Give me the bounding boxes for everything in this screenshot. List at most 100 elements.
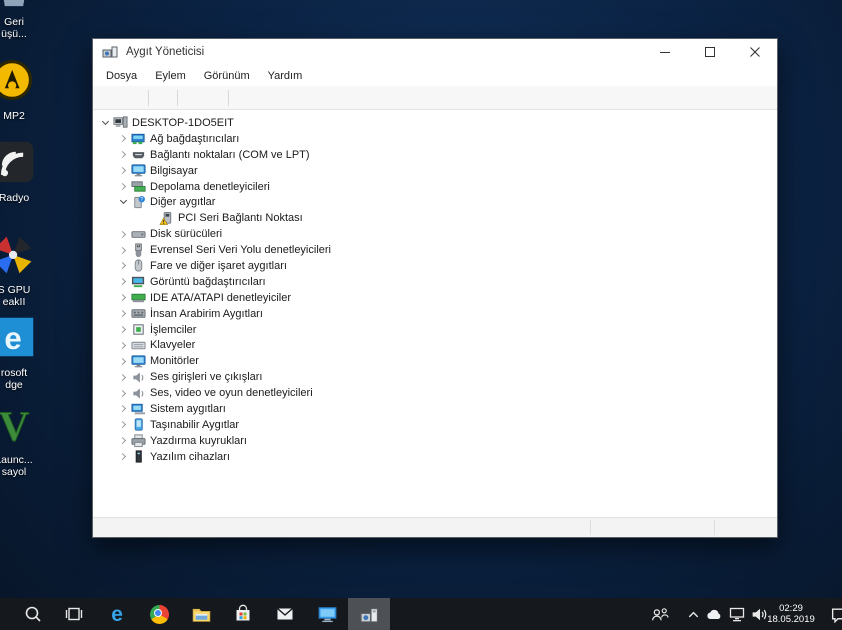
maximize-button[interactable] bbox=[687, 39, 732, 65]
tree-item-a-ba-da-t-r-c-lar[interactable]: Ağ bağdaştırıcıları bbox=[93, 131, 777, 147]
taskbar-file-explorer-button[interactable] bbox=[180, 598, 222, 630]
chevron-right-icon[interactable] bbox=[115, 279, 131, 284]
menu-dosya[interactable]: Dosya bbox=[97, 67, 146, 85]
tree-item-ses-giri-leri-ve-k-lar[interactable]: Ses girişleri ve çıkışları bbox=[93, 369, 777, 385]
chevron-right-icon[interactable] bbox=[115, 327, 131, 332]
menu-eylem[interactable]: Eylem bbox=[146, 67, 195, 85]
forward-arrow-button[interactable] bbox=[123, 88, 145, 108]
chevron-down-icon[interactable] bbox=[97, 122, 113, 124]
taskbar-clock[interactable]: 02:29 18.05.2019 bbox=[762, 598, 820, 630]
hid-device-icon bbox=[131, 306, 146, 321]
tray-show-hidden-button[interactable] bbox=[682, 598, 704, 630]
taskbar: e 02:29 18.05.2019 bbox=[0, 598, 842, 630]
taskbar-search-button[interactable] bbox=[12, 598, 54, 630]
chevron-right-icon[interactable] bbox=[115, 311, 131, 316]
title-bar[interactable]: Aygıt Yöneticisi bbox=[93, 39, 777, 65]
chevron-right-icon[interactable] bbox=[115, 438, 131, 443]
tree-item-ide-ata-atapi-denetleyiciler[interactable]: IDE ATA/ATAPI denetleyiciler bbox=[93, 290, 777, 306]
chevron-down-icon[interactable] bbox=[115, 201, 131, 203]
chevron-right-icon[interactable] bbox=[115, 422, 131, 427]
menu-bar: DosyaEylemGörünümYardım bbox=[93, 65, 777, 86]
back-arrow-button[interactable] bbox=[101, 88, 123, 108]
tree-item-ta-nabilir-ayg-tlar[interactable]: Taşınabilir Aygıtlar bbox=[93, 417, 777, 433]
tree-item-desktop-1do5eit[interactable]: DESKTOP-1DO5EIT bbox=[93, 115, 777, 131]
chevron-right-icon[interactable] bbox=[115, 136, 131, 141]
tree-item-i-nsan-arabirim-ayg-tlar[interactable]: İnsan Arabirim Aygıtları bbox=[93, 306, 777, 322]
desktop-icon-radyo[interactable]: Radyo bbox=[0, 140, 50, 204]
tree-item-di-er-ayg-tlar[interactable]: ?Diğer aygıtlar bbox=[93, 194, 777, 210]
desktop-icon-v-launcher[interactable]: VLaunc...sayol bbox=[0, 402, 50, 478]
svg-text:V: V bbox=[0, 404, 29, 447]
tray-people-button[interactable] bbox=[648, 598, 670, 630]
processor-icon bbox=[131, 322, 146, 337]
chevron-right-icon[interactable] bbox=[115, 406, 131, 411]
tree-item-ses-video-ve-oyun-denetleyicileri[interactable]: Ses, video ve oyun denetleyicileri bbox=[93, 385, 777, 401]
tree-item-bilgisayar[interactable]: Bilgisayar bbox=[93, 163, 777, 179]
chevron-right-icon[interactable] bbox=[115, 184, 131, 189]
chevron-right-icon[interactable] bbox=[115, 343, 131, 348]
tree-item-label: IDE ATA/ATAPI denetleyiciler bbox=[150, 292, 291, 304]
mail-icon bbox=[275, 604, 295, 624]
status-bar bbox=[93, 517, 777, 537]
tray-action-center-button[interactable] bbox=[827, 598, 842, 630]
console-tree-button[interactable] bbox=[152, 88, 174, 108]
ide-controller-icon bbox=[131, 290, 146, 305]
taskbar-device-manager-button[interactable] bbox=[348, 598, 390, 630]
tree-item-label: Ağ bağdaştırıcıları bbox=[150, 133, 239, 145]
tree-item-monit-rler[interactable]: Monitörler bbox=[93, 353, 777, 369]
tree-item-depolama-denetleyicileri[interactable]: Depolama denetleyicileri bbox=[93, 179, 777, 195]
chevron-right-icon[interactable] bbox=[115, 168, 131, 173]
taskbar-store-button[interactable] bbox=[222, 598, 264, 630]
chevron-right-icon[interactable] bbox=[115, 295, 131, 300]
tree-item-label: Fare ve diğer işaret aygıtları bbox=[150, 260, 287, 272]
chevron-right-icon[interactable] bbox=[115, 248, 131, 253]
chevron-right-icon[interactable] bbox=[115, 375, 131, 380]
properties-window-button[interactable] bbox=[203, 88, 225, 108]
taskbar-chrome-button[interactable] bbox=[138, 598, 180, 630]
scan-hardware-button[interactable] bbox=[232, 88, 254, 108]
taskbar-task-view-button[interactable] bbox=[54, 598, 96, 630]
tray-onedrive-button[interactable] bbox=[704, 598, 726, 630]
tree-item-disk-s-r-c-leri[interactable]: Disk sürücüleri bbox=[93, 226, 777, 242]
toolbar-separator bbox=[177, 90, 178, 106]
desktop-icon-gpu-tweak[interactable]: S GPUeakII bbox=[0, 232, 50, 308]
tree-item-klavyeler[interactable]: Klavyeler bbox=[93, 337, 777, 353]
chevron-right-icon[interactable] bbox=[115, 454, 131, 459]
desktop-icon-label: rosoftdge bbox=[0, 367, 50, 391]
desktop-icon-aimp2[interactable]: MP2 bbox=[0, 58, 50, 122]
tray-network-button[interactable] bbox=[726, 598, 748, 630]
tree-item-label: Klavyeler bbox=[150, 339, 195, 351]
desktop-icon-microsoft-edge[interactable]: erosoftdge bbox=[0, 315, 50, 391]
taskbar-edge-button[interactable]: e bbox=[96, 598, 138, 630]
taskbar-this-pc-button[interactable] bbox=[306, 598, 348, 630]
keyboard-icon bbox=[131, 338, 146, 353]
tree-item-i-lemciler[interactable]: İşlemciler bbox=[93, 322, 777, 338]
tree-item-evrensel-seri-veri-yolu-denetleyicileri[interactable]: Evrensel Seri Veri Yolu denetleyicileri bbox=[93, 242, 777, 258]
chevron-right-icon[interactable] bbox=[115, 232, 131, 237]
chevron-right-icon[interactable] bbox=[115, 359, 131, 364]
task-view-icon bbox=[65, 604, 85, 624]
chevron-right-icon[interactable] bbox=[115, 391, 131, 396]
tree-item-label: PCI Seri Bağlantı Noktası bbox=[178, 212, 303, 224]
store-icon bbox=[233, 604, 253, 624]
chevron-right-icon[interactable] bbox=[115, 152, 131, 157]
recycle-bin-icon bbox=[0, 0, 36, 8]
audio-device-icon bbox=[131, 386, 146, 401]
desktop: { "window": { "title": "Aygıt Yöneticisi… bbox=[0, 0, 842, 630]
minimize-button[interactable] bbox=[642, 39, 687, 65]
menu-yard-m[interactable]: Yardım bbox=[259, 67, 312, 85]
tree-item-ba-lant-noktalar-com-ve-lpt[interactable]: Bağlantı noktaları (COM ve LPT) bbox=[93, 147, 777, 163]
tree-item-yazd-rma-kuyruklar[interactable]: Yazdırma kuyrukları bbox=[93, 433, 777, 449]
menu-g-r-n-m[interactable]: Görünüm bbox=[195, 67, 259, 85]
tree-item-yaz-l-m-cihazlar[interactable]: Yazılım cihazları bbox=[93, 449, 777, 465]
desktop-icon-recycle-bin[interactable]: Geriüşü... bbox=[0, 0, 50, 40]
taskbar-mail-button[interactable] bbox=[264, 598, 306, 630]
tree-item-sistem-ayg-tlar[interactable]: Sistem aygıtları bbox=[93, 401, 777, 417]
tree-item-fare-ve-di-er-i-aret-ayg-tlar[interactable]: Fare ve diğer işaret aygıtları bbox=[93, 258, 777, 274]
device-manager-icon bbox=[102, 44, 118, 60]
close-button[interactable] bbox=[732, 39, 777, 65]
help-button[interactable]: ? bbox=[181, 88, 203, 108]
tree-item-pci-seri-ba-lant-noktas[interactable]: PCI Seri Bağlantı Noktası bbox=[93, 210, 777, 226]
tree-item-g-r-nt-ba-da-t-r-c-lar[interactable]: Görüntü bağdaştırıcıları bbox=[93, 274, 777, 290]
chevron-right-icon[interactable] bbox=[115, 263, 131, 268]
